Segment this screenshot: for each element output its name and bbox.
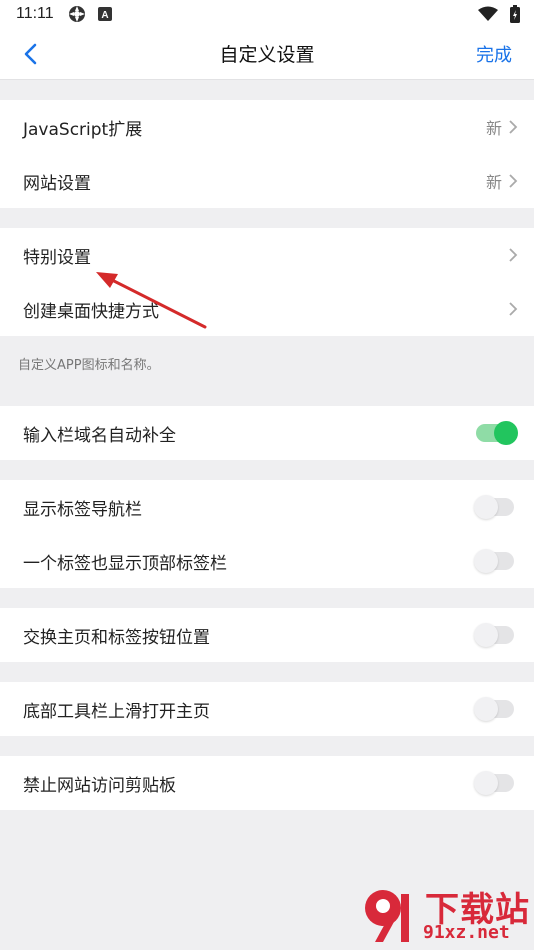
watermark: 下载站 91xz.net — [355, 880, 530, 948]
watermark-logo-icon — [365, 890, 409, 942]
row-label: 输入栏域名自动补全 — [23, 425, 176, 446]
toggle-knob — [474, 697, 498, 721]
row-label: JavaScript扩展 — [23, 119, 143, 140]
row-show-tab-nav: 显示标签导航栏 — [0, 480, 534, 534]
chevron-right-icon — [508, 247, 520, 263]
chevron-right-icon — [508, 301, 520, 317]
toggle-switch-off[interactable] — [474, 495, 514, 519]
toggle-switch-off[interactable] — [474, 771, 514, 795]
toggle-knob — [474, 623, 498, 647]
toggle-switch-off[interactable] — [474, 549, 514, 573]
chevron-right-icon — [508, 173, 520, 189]
row-create-shortcut[interactable]: 创建桌面快捷方式 — [0, 282, 534, 336]
row-javascript-extension[interactable]: JavaScript扩展 新 — [0, 100, 534, 154]
row-label: 创建桌面快捷方式 — [23, 301, 159, 322]
section-extensions: JavaScript扩展 新 网站设置 新 — [0, 100, 534, 208]
row-label: 交换主页和标签按钮位置 — [23, 627, 210, 648]
done-button[interactable]: 完成 — [476, 41, 512, 67]
section-autocomplete: 输入栏域名自动补全 — [0, 406, 534, 460]
new-badge: 新 — [485, 173, 502, 192]
toggle-knob — [474, 495, 498, 519]
toggle-switch-off[interactable] — [474, 697, 514, 721]
row-label: 禁止网站访问剪贴板 — [23, 775, 176, 796]
toggle-knob — [474, 771, 498, 795]
section-toolbar: 底部工具栏上滑打开主页 — [0, 682, 534, 736]
row-single-tab-topbar: 一个标签也显示顶部标签栏 — [0, 534, 534, 588]
section-tabs: 显示标签导航栏 一个标签也显示顶部标签栏 — [0, 480, 534, 588]
nav-bar: 自定义设置 完成 — [0, 28, 534, 80]
row-label: 特别设置 — [23, 247, 91, 268]
watermark-text-bottom: 91xz.net — [423, 922, 510, 943]
row-website-settings[interactable]: 网站设置 新 — [0, 154, 534, 208]
row-domain-autocomplete: 输入栏域名自动补全 — [0, 406, 534, 460]
section-swap: 交换主页和标签按钮位置 — [0, 608, 534, 662]
toggle-knob — [474, 549, 498, 573]
row-label: 底部工具栏上滑打开主页 — [23, 701, 210, 722]
row-label: 一个标签也显示顶部标签栏 — [23, 553, 227, 574]
status-bar: 11:11 A — [0, 0, 534, 28]
section-clipboard: 禁止网站访问剪贴板 — [0, 756, 534, 810]
page-title: 自定义设置 — [219, 44, 315, 66]
row-block-clipboard: 禁止网站访问剪贴板 — [0, 756, 534, 810]
section-note: 自定义APP图标和名称。 — [18, 358, 160, 373]
chevron-right-icon — [508, 119, 520, 135]
new-badge: 新 — [485, 119, 502, 138]
row-label: 显示标签导航栏 — [23, 499, 142, 520]
wifi-icon — [478, 6, 498, 22]
row-swap-buttons: 交换主页和标签按钮位置 — [0, 608, 534, 662]
row-swipe-toolbar: 底部工具栏上滑打开主页 — [0, 682, 534, 736]
toggle-knob — [494, 421, 518, 445]
a-icon: A — [97, 7, 112, 21]
battery-icon — [510, 5, 520, 23]
status-time: 11:11 — [16, 5, 54, 22]
toggle-switch-off[interactable] — [474, 623, 514, 647]
svg-text:A: A — [101, 10, 108, 21]
settings-icon — [68, 5, 86, 23]
toggle-switch-on[interactable] — [476, 421, 518, 445]
row-special-settings[interactable]: 特别设置 — [0, 228, 534, 282]
row-label: 网站设置 — [23, 173, 91, 194]
section-special: 特别设置 创建桌面快捷方式 — [0, 228, 534, 336]
